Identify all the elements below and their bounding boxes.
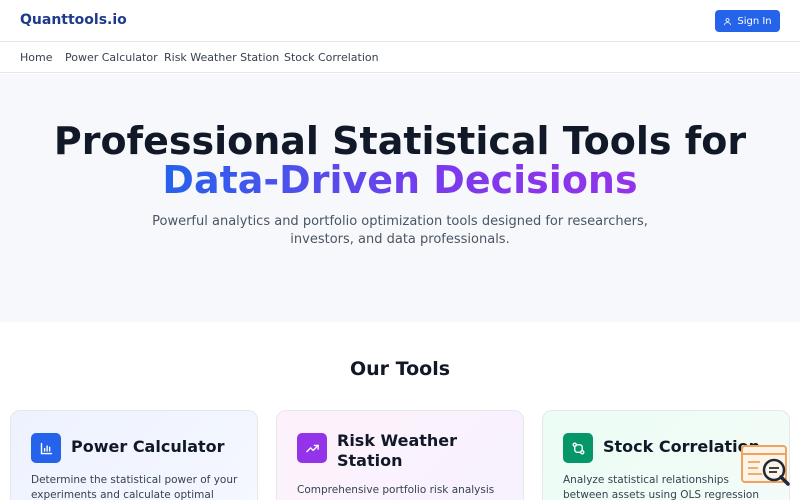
hero-title-line1: Professional Statistical Tools for	[53, 119, 747, 163]
tool-card-description: Determine the statistical power of your …	[31, 474, 238, 500]
user-icon	[724, 17, 732, 25]
sign-in-button[interactable]: Sign In	[715, 10, 780, 32]
tool-card-title: Stock Correlation	[603, 437, 761, 456]
brand-logo[interactable]: Quanttools.io	[20, 12, 127, 28]
nav-item-risk-weather-station[interactable]: Risk Weather Station	[164, 51, 279, 64]
tool-card-risk-weather-station[interactable]: Risk Weather Station Comprehensive portf…	[276, 410, 524, 500]
analysis-search-icon[interactable]	[740, 444, 792, 490]
nav-item-power-calculator[interactable]: Power Calculator	[65, 51, 158, 64]
tools-heading: Our Tools	[349, 358, 451, 380]
sign-in-label: Sign In	[737, 15, 772, 27]
hero-title: Professional Statistical Tools for Data-…	[0, 122, 800, 200]
git-compare-icon	[563, 433, 593, 463]
bar-chart-icon	[31, 433, 61, 463]
nav-item-home[interactable]: Home	[20, 51, 52, 64]
tool-card-title: Risk Weather Station	[337, 431, 458, 470]
top-header: Quanttools.io Sign In	[0, 0, 800, 42]
nav-item-stock-correlation[interactable]: Stock Correlation	[284, 51, 379, 64]
hero-subtitle: Powerful analytics and portfolio optimiz…	[152, 214, 648, 247]
tool-card-power-calculator[interactable]: Power Calculator Determine the statistic…	[10, 410, 258, 500]
hero-section: Professional Statistical Tools for Data-…	[0, 74, 800, 322]
tool-card-description: Comprehensive portfolio risk analysis	[297, 484, 495, 496]
tool-card-title: Power Calculator	[71, 437, 225, 456]
hero-title-accent: Data-Driven Decisions	[162, 158, 638, 202]
trending-up-icon	[297, 433, 327, 463]
main-nav: Home Power Calculator Risk Weather Stati…	[0, 43, 800, 73]
